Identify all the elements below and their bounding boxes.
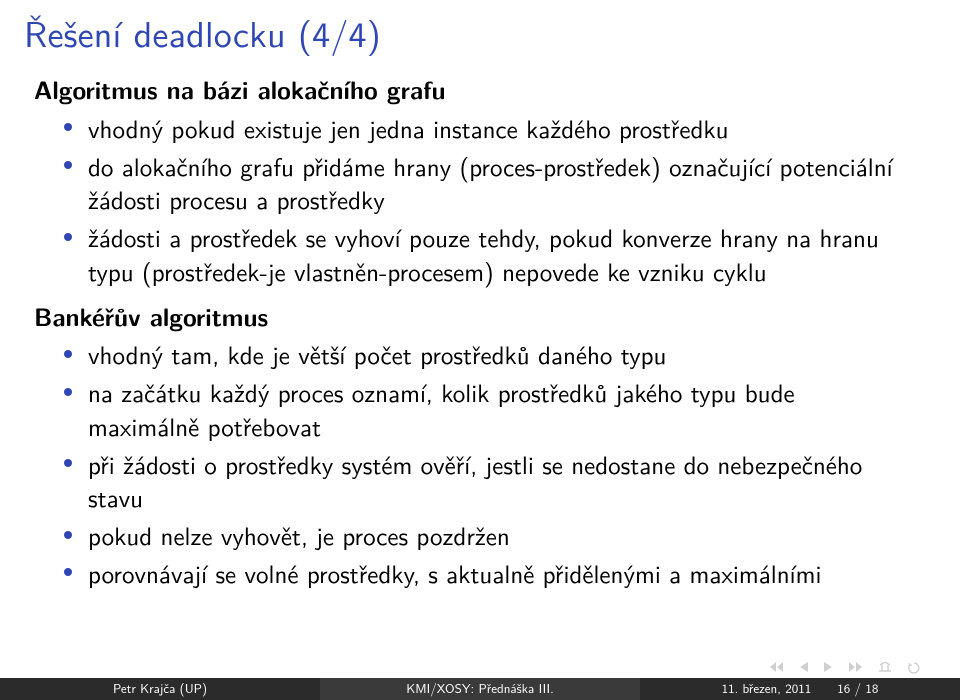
bullet-text: vhodný pokud existuje jen jedna instance… — [88, 109, 729, 146]
bullet-text: při žádosti o prostředky systém ověří, j… — [88, 445, 862, 516]
nav-prev-icon[interactable] — [800, 662, 808, 674]
section-heading-allocation-graph: Algoritmus na bázi alokačního grafu — [34, 73, 896, 107]
nav-first-icon[interactable] — [770, 662, 784, 674]
nav-loop-icon[interactable] — [908, 662, 920, 674]
footer-author: Petr Krajča (UP) — [0, 678, 320, 700]
footer-date: 11. březen, 2011 — [722, 679, 812, 698]
bullet-text: žádosti a prostředek se vyhoví pouze teh… — [88, 218, 879, 289]
list-item: pokud nelze vyhovět, je proces pozdržen — [64, 518, 896, 552]
bullet-text: pokud nelze vyhovět, je proces pozdržen — [88, 516, 510, 553]
list-item: při žádosti o prostředky systém ověří, j… — [64, 447, 896, 515]
bullet-text: na začátku každý proces oznamí, kolik pr… — [88, 373, 795, 444]
list-item: vhodný tam, kde je větší počet prostředk… — [64, 337, 896, 371]
bullet-text: do alokačního grafu přidáme hrany (proce… — [88, 147, 893, 218]
nav-up-icon[interactable] — [878, 662, 892, 674]
footer-date-page: 11. březen, 2011 16 / 18 — [640, 678, 960, 700]
slide-title: Řešení deadlocku (4/4) — [0, 0, 960, 73]
list-item: na začátku každý proces oznamí, kolik pr… — [64, 375, 896, 443]
footer: Petr Krajča (UP) KMI/XOSY: Přednáška III… — [0, 678, 960, 700]
footer-page: 16 / 18 — [837, 679, 878, 698]
list-item: žádosti a prostředek se vyhoví pouze teh… — [64, 220, 896, 288]
bullet-text: vhodný tam, kde je větší počet prostředk… — [88, 335, 666, 372]
footer-course: KMI/XOSY: Přednáška III. — [320, 678, 640, 700]
slide: Řešení deadlocku (4/4) Algoritmus na báz… — [0, 0, 960, 700]
list-item: vhodný pokud existuje jen jedna instance… — [64, 111, 896, 145]
bullet-list-bankers-algorithm: vhodný tam, kde je větší počet prostředk… — [64, 337, 896, 589]
slide-content: Algoritmus na bázi alokačního grafu vhod… — [0, 73, 960, 590]
list-item: do alokačního grafu přidáme hrany (proce… — [64, 149, 896, 217]
nav-last-icon[interactable] — [848, 662, 862, 674]
bullet-list-allocation-graph: vhodný pokud existuje jen jedna instance… — [64, 111, 896, 288]
nav-icon-bar — [770, 662, 920, 674]
section-heading-bankers-algorithm: Bankéřův algoritmus — [34, 300, 896, 334]
list-item: porovnávají se volné prostředky, s aktua… — [64, 556, 896, 590]
nav-next-icon[interactable] — [824, 662, 832, 674]
bullet-text: porovnávají se volné prostředky, s aktua… — [88, 554, 821, 591]
